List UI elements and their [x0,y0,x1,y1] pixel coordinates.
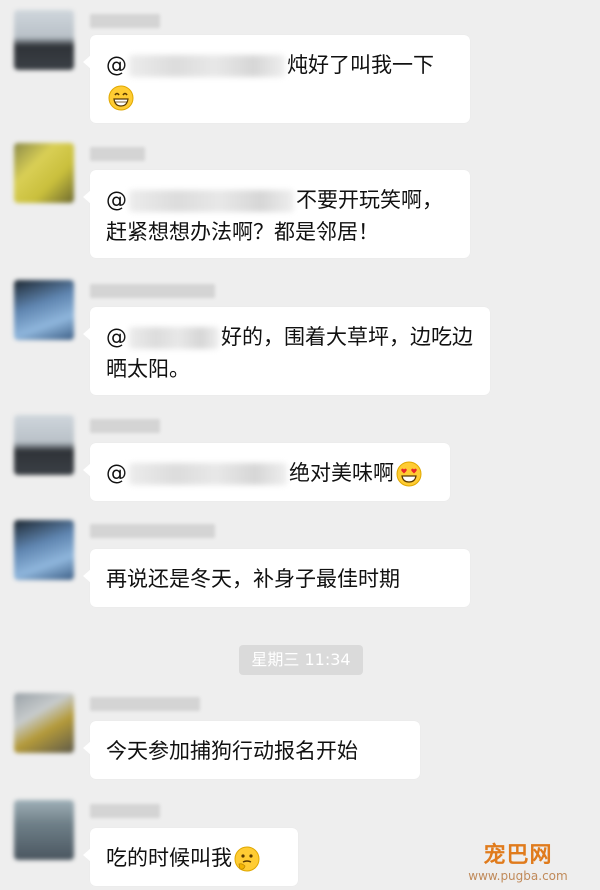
message-bubble[interactable]: @ 炖好了叫我一下 [83,35,470,123]
message-text: 吃的时候叫我 [106,846,232,870]
message-text: 绝对美味啊 [289,461,394,485]
message-bubble[interactable]: 再说还是冬天，补身子最佳时期 [83,549,470,607]
watermark: 宠巴网 www.pugba.com [448,843,588,883]
message-bubble[interactable]: @ 不要开玩笑啊，赶紧想想办法啊？都是邻居！ [83,170,470,258]
heart-eyes-face-icon [396,461,422,487]
blurred-mention-name [129,190,294,212]
message-text: 炖好了叫我一下 [287,53,434,77]
sender-name-blurred [90,697,200,711]
mention-text: @ [106,53,127,77]
mention-text: @ [106,325,127,349]
mention-text: @ [106,188,127,212]
timestamp-badge: 星期三 11:34 [239,645,363,675]
sender-name-blurred [90,524,215,538]
watermark-logo: 宠巴网 [483,843,553,868]
blurred-mention-name [129,463,287,485]
avatar[interactable] [14,10,74,70]
message-bubble[interactable]: @ 好的，围着大草坪，边吃边晒太阳。 [83,307,490,395]
sender-name-blurred [90,14,160,28]
avatar[interactable] [14,520,74,580]
sender-name-blurred [90,419,160,433]
avatar[interactable] [14,143,74,203]
watermark-url: www.pugba.com [468,869,568,883]
avatar[interactable] [14,693,74,753]
mention-text: @ [106,461,127,485]
sender-name-blurred [90,804,160,818]
sender-name-blurred [90,284,215,298]
avatar[interactable] [14,800,74,860]
avatar[interactable] [14,280,74,340]
avatar[interactable] [14,415,74,475]
message-text: 再说还是冬天，补身子最佳时期 [106,567,400,591]
thinking-face-icon [234,846,260,872]
grinning-face-icon [108,85,134,111]
message-bubble[interactable]: @ 绝对美味啊 [83,443,450,501]
message-bubble[interactable]: 今天参加捕狗行动报名开始 [83,721,420,779]
sender-name-blurred [90,147,145,161]
message-bubble[interactable]: 吃的时候叫我 [83,828,298,886]
blurred-mention-name [129,55,285,77]
message-text: 今天参加捕狗行动报名开始 [106,739,358,763]
blurred-mention-name [129,327,219,349]
